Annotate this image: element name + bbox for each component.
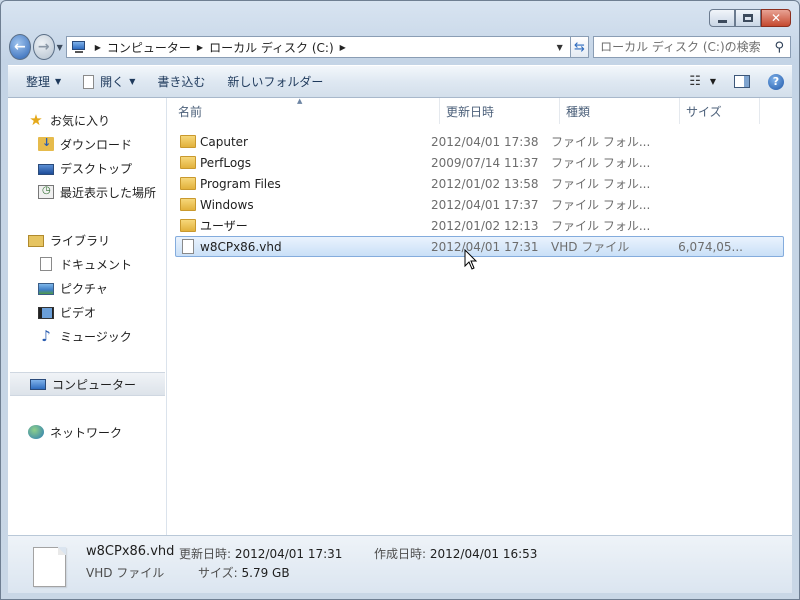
preview-pane-icon[interactable] — [734, 75, 750, 88]
minimize-button[interactable] — [709, 9, 735, 27]
sidebar-item-pictures[interactable]: ピクチャ — [8, 276, 166, 300]
mouse-cursor-icon — [464, 249, 478, 270]
recent-places-icon — [38, 185, 54, 199]
sidebar-item-documents[interactable]: ドキュメント — [8, 252, 166, 276]
search-input[interactable] — [600, 40, 775, 54]
navigation-pane: ★お気に入り ダウンロード デスクトップ 最近表示した場所 ライブラリ ドキュメ… — [8, 98, 167, 535]
command-bar: 整理 ▼ 開く ▼ 書き込む 新しいフォルダー ☷ ▼ ? — [8, 65, 792, 98]
pictures-icon — [38, 282, 54, 295]
close-icon: ✕ — [770, 11, 782, 25]
table-row[interactable]: Program Files 2012/01/02 13:58 ファイル フォル.… — [175, 173, 784, 194]
sidebar-item-recent-places[interactable]: 最近表示した場所 — [8, 180, 166, 204]
search-icon[interactable]: ⚲ — [774, 40, 784, 55]
view-chevron-down-icon[interactable]: ▼ — [710, 77, 716, 86]
minimize-icon — [717, 19, 727, 23]
back-arrow-icon: ← — [14, 39, 26, 55]
file-list: ▲ 名前 更新日時 種類 サイズ Caputer 2012/04/01 17:3… — [167, 97, 792, 535]
refresh-icon: ⇆ — [573, 39, 585, 55]
folder-icon — [180, 156, 196, 169]
large-file-icon — [33, 547, 66, 587]
file-icon — [182, 239, 194, 254]
sidebar-item-music[interactable]: ♪ ミュージック — [8, 324, 166, 348]
folder-icon — [180, 198, 196, 211]
breadcrumb-root-chevron-icon[interactable]: ▶ — [93, 43, 103, 52]
burn-button[interactable]: 書き込む — [149, 70, 213, 94]
documents-icon — [40, 257, 52, 271]
forward-arrow-icon: → — [37, 39, 50, 55]
sidebar-item-downloads[interactable]: ダウンロード — [8, 132, 166, 156]
computer-icon — [30, 378, 46, 390]
view-controls: ☷ ▼ ? — [689, 73, 784, 90]
refresh-button[interactable]: ⇆ — [570, 36, 590, 58]
view-options-icon[interactable]: ☷ — [689, 74, 701, 89]
search-box[interactable]: ⚲ — [593, 36, 792, 58]
details-size: サイズ: 5.79 GB — [198, 566, 290, 580]
back-button[interactable]: ← — [9, 34, 31, 60]
table-row[interactable]: PerfLogs 2009/07/14 11:37 ファイル フォル... — [175, 152, 784, 173]
column-header-type[interactable]: 種類 — [560, 98, 680, 124]
library-icon — [28, 234, 44, 247]
column-header-size[interactable]: サイズ — [680, 98, 760, 124]
details-created: 作成日時: 2012/04/01 16:53 — [374, 547, 538, 561]
sidebar-item-network[interactable]: ネットワーク — [8, 420, 166, 444]
organize-button[interactable]: 整理 ▼ — [18, 70, 69, 94]
details-file-type: VHD ファイル — [86, 566, 165, 580]
breadcrumb-local-disk[interactable]: ローカル ディスク (C:) — [205, 39, 338, 56]
star-icon: ★ — [29, 111, 43, 129]
column-header-name[interactable]: ▲ 名前 — [167, 97, 440, 124]
sidebar-item-favorites[interactable]: ★ お気に入り — [8, 108, 166, 132]
address-bar[interactable]: ▶ コンピューター ▶ ローカル ディスク (C:) ▶ ▼ — [65, 36, 571, 58]
address-history-dropdown-icon[interactable]: ▼ — [554, 43, 566, 52]
table-row[interactable]: ユーザー 2012/01/02 12:13 ファイル フォル... — [175, 215, 784, 236]
column-headers: ▲ 名前 更新日時 種類 サイズ — [167, 97, 792, 124]
folder-icon — [180, 219, 196, 232]
explorer-window: ✕ ← → ▼ ▶ コンピューター ▶ ローカル ディスク (C:) ▶ ▼ ⇆… — [0, 0, 800, 600]
sidebar-item-libraries[interactable]: ライブラリ — [8, 228, 166, 252]
file-icon — [83, 74, 95, 89]
maximize-icon — [743, 14, 753, 22]
file-rows: Caputer 2012/04/01 17:38 ファイル フォル... Per… — [175, 131, 784, 257]
navigation-bar: ← → ▼ ▶ コンピューター ▶ ローカル ディスク (C:) ▶ ▼ ⇆ ⚲ — [9, 34, 792, 60]
caption-buttons: ✕ — [709, 9, 791, 27]
table-row-selected[interactable]: w8CPx86.vhd 2012/04/01 17:31 VHD ファイル 6,… — [175, 236, 784, 257]
sort-ascending-icon: ▲ — [297, 97, 303, 105]
chevron-down-icon: ▼ — [55, 77, 62, 86]
recent-pages-dropdown-icon[interactable]: ▼ — [57, 43, 63, 52]
sidebar-item-videos[interactable]: ビデオ — [8, 300, 166, 324]
chevron-down-icon: ▼ — [129, 77, 136, 86]
table-row[interactable]: Caputer 2012/04/01 17:38 ファイル フォル... — [175, 131, 784, 152]
forward-button[interactable]: → — [32, 34, 55, 60]
video-icon — [38, 306, 54, 319]
sidebar-item-desktop[interactable]: デスクトップ — [8, 156, 166, 180]
close-button[interactable]: ✕ — [761, 9, 791, 27]
content-area: ★お気に入り ダウンロード デスクトップ 最近表示した場所 ライブラリ ドキュメ… — [8, 97, 792, 535]
details-modified: 更新日時: 2012/04/01 17:31 — [179, 547, 343, 561]
maximize-button[interactable] — [735, 9, 761, 27]
computer-icon — [71, 40, 87, 54]
details-pane: w8CPx86.vhd VHD ファイル 更新日時: 2012/04/01 17… — [8, 535, 792, 593]
breadcrumb-chevron-icon[interactable]: ▶ — [195, 43, 205, 52]
help-icon[interactable]: ? — [768, 73, 784, 90]
downloads-folder-icon — [38, 136, 54, 151]
new-folder-button[interactable]: 新しいフォルダー — [219, 70, 331, 94]
details-file-name: w8CPx86.vhd — [86, 544, 175, 559]
network-icon — [28, 425, 44, 439]
open-button[interactable]: 開く ▼ — [75, 70, 143, 94]
breadcrumb-computer[interactable]: コンピューター — [103, 39, 195, 56]
breadcrumb-chevron-icon[interactable]: ▶ — [338, 43, 348, 52]
column-header-date[interactable]: 更新日時 — [440, 98, 560, 124]
desktop-icon — [38, 163, 54, 175]
music-icon: ♪ — [41, 327, 51, 345]
folder-icon — [180, 177, 196, 190]
table-row[interactable]: Windows 2012/04/01 17:37 ファイル フォル... — [175, 194, 784, 215]
sidebar-item-computer[interactable]: コンピューター — [10, 372, 165, 396]
folder-icon — [180, 135, 196, 148]
